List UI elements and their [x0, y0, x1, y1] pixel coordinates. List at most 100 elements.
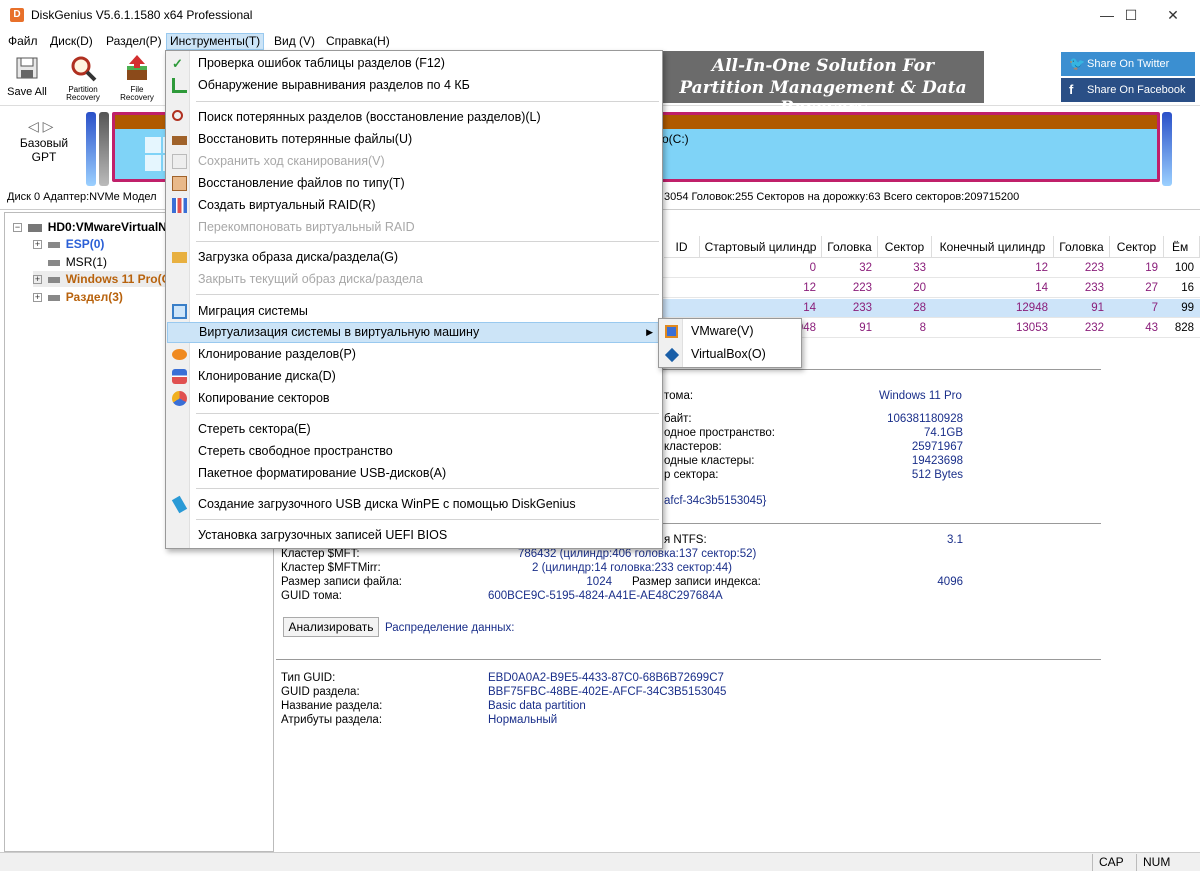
cell: 91	[1091, 302, 1104, 314]
partition-icon	[48, 294, 61, 301]
promo-banner[interactable]: All-In-One Solution For Partition Manage…	[662, 51, 984, 118]
cell: 19	[1145, 262, 1158, 274]
menu-tools[interactable]: Инструменты(T)	[166, 33, 265, 50]
menu-batch-format-usb[interactable]: Пакетное форматирование USB-дисков(A)	[167, 463, 662, 484]
share-twitter-button[interactable]: 🐦 Share On Twitter	[1061, 52, 1195, 76]
tree-item-esp[interactable]: + ESP(0)	[33, 236, 104, 252]
align-icon	[172, 78, 187, 93]
expand-icon[interactable]: +	[33, 240, 42, 250]
cell: 233	[1084, 282, 1104, 294]
col-end-head[interactable]: Головка	[1054, 236, 1110, 258]
twitter-icon: 🐦	[1069, 56, 1086, 71]
menu-system-migration[interactable]: Миграция системы	[167, 301, 662, 322]
menu-clone-disk[interactable]: Клонирование диска(D)	[167, 366, 662, 387]
menu-erase-free-space[interactable]: Стереть свободное пространство	[167, 441, 662, 462]
col-sector[interactable]: Сектор	[878, 236, 932, 258]
partition-msr-block[interactable]	[99, 112, 109, 186]
disk-nav-arrows-icon[interactable]: ◁ ▷	[28, 118, 53, 135]
partition-3-block[interactable]	[1162, 112, 1172, 186]
menu-load-disk-image[interactable]: Загрузка образа диска/раздела(G)	[167, 247, 662, 268]
ntfs-version-value: 3.1	[947, 534, 963, 546]
menu-label: Клонирование разделов(P)	[198, 347, 356, 361]
menu-detect-4k-alignment[interactable]: Обнаружение выравнивания разделов по 4 К…	[167, 75, 662, 96]
menu-copy-sectors[interactable]: Копирование секторов	[167, 388, 662, 409]
copy-sectors-icon	[172, 391, 187, 406]
partition-esp-block[interactable]	[86, 112, 96, 186]
menu-partition[interactable]: Раздел(P)	[103, 33, 165, 50]
cell: 43	[1145, 322, 1158, 334]
file-record-value: 1024	[586, 576, 612, 588]
menu-create-virtual-raid[interactable]: Создать виртуальный RAID(R)	[167, 195, 662, 216]
info-key: р сектора:	[664, 469, 719, 481]
menu-check-partition-table[interactable]: ✓ Проверка ошибок таблицы разделов (F12)	[167, 53, 662, 74]
cell: 828	[1174, 322, 1194, 334]
menu-label: Проверка ошибок таблицы разделов (F12)	[198, 56, 445, 70]
menu-clone-partition[interactable]: Клонирование разделов(P)	[167, 344, 662, 365]
menu-file[interactable]: Файл	[5, 33, 41, 50]
col-start-cyl[interactable]: Стартовый цилиндр	[700, 236, 822, 258]
menu-vmware[interactable]: VMware(V)	[660, 321, 800, 342]
type-guid-key: Тип GUID:	[281, 672, 336, 684]
tree-disk-root[interactable]: − HD0:VMwareVirtualN	[13, 219, 167, 235]
menu-create-winpe-usb[interactable]: Создание загрузочного USB диска WinPE с …	[167, 494, 662, 515]
save-all-label: Save All	[7, 86, 47, 98]
maximize-button[interactable]: ☐	[1108, 0, 1154, 31]
partition-recovery-button[interactable]: Partition Recovery	[58, 54, 108, 102]
file-type-icon	[172, 176, 187, 191]
menu-install-uefi-boot[interactable]: Установка загрузочных записей UEFI BIOS	[167, 525, 662, 546]
cell: 27	[1145, 282, 1158, 294]
col-end-cyl[interactable]: Конечный цилиндр	[932, 236, 1054, 258]
info-value: 106381180928	[887, 413, 963, 425]
menu-recover-by-type[interactable]: Восстановление файлов по типу(T)	[167, 173, 662, 194]
col-head[interactable]: Головка	[822, 236, 878, 258]
analyze-button[interactable]: Анализировать	[283, 617, 379, 637]
col-capacity[interactable]: Ём	[1164, 236, 1200, 258]
menu-separator	[196, 413, 659, 414]
file-recovery-button[interactable]: File Recovery	[113, 54, 161, 102]
menu-virtualbox[interactable]: VirtualBox(O)	[660, 344, 800, 365]
info-value: 19423698	[911, 455, 963, 467]
menu-erase-sectors[interactable]: Стереть сектора(E)	[167, 419, 662, 440]
tick-icon: ✓	[172, 56, 183, 71]
menu-label: Поиск потерянных разделов (восстановлени…	[198, 110, 541, 124]
tree-item-windows[interactable]: + Windows 11 Pro(C	[33, 271, 171, 287]
expand-icon[interactable]: +	[33, 275, 42, 285]
cell: 100	[1174, 262, 1194, 274]
cell: 232	[1084, 322, 1104, 334]
menu-view[interactable]: Вид (V)	[271, 33, 318, 50]
cell: 99	[1181, 302, 1194, 314]
col-id[interactable]: ID	[664, 236, 700, 258]
tree-item-label: Windows 11 Pro(C	[65, 272, 171, 286]
cell: 16	[1181, 282, 1194, 294]
tools-dropdown-menu: ✓ Проверка ошибок таблицы разделов (F12)…	[165, 50, 663, 549]
tree-item-msr[interactable]: MSR(1)	[33, 254, 107, 270]
menu-label: Загрузка образа диска/раздела(G)	[198, 250, 399, 264]
menu-search-lost-partitions[interactable]: Поиск потерянных разделов (восстановлени…	[167, 107, 662, 128]
ntfs-version-key: я NTFS:	[664, 534, 707, 546]
menu-label: Пакетное форматирование USB-дисков(A)	[198, 466, 447, 480]
caps-lock-indicator: CAP	[1092, 854, 1140, 871]
menu-recover-lost-files[interactable]: Восстановить потерянные файлы(U)	[167, 129, 662, 150]
tree-item-label: ESP(0)	[65, 237, 105, 251]
file-record-key: Размер записи файла:	[281, 576, 402, 588]
menu-save-scan-progress: Сохранить ход сканирования(V)	[167, 151, 662, 172]
menu-label: VMware(V)	[691, 324, 754, 338]
collapse-icon[interactable]: −	[13, 223, 22, 233]
col-end-sector[interactable]: Сектор	[1110, 236, 1164, 258]
menu-help[interactable]: Справка(H)	[323, 33, 393, 50]
raid-icon	[172, 198, 187, 213]
menu-label: Стереть свободное пространство	[198, 444, 393, 458]
close-button[interactable]: ✕	[1150, 0, 1196, 31]
menu-virtualize-system[interactable]: Виртуализация системы в виртуальную маши…	[167, 322, 662, 343]
tree-item-partition3[interactable]: + Раздел(3)	[33, 289, 123, 305]
menu-disk[interactable]: Диск(D)	[47, 33, 96, 50]
save-all-button[interactable]: Save All	[3, 54, 51, 98]
share-facebook-button[interactable]: f Share On Facebook	[1061, 78, 1195, 102]
index-record-value: 4096	[937, 576, 963, 588]
partition-guid-value: BBF75FBC-48BE-402E-AFCF-34C3B5153045	[488, 686, 727, 698]
expand-icon[interactable]: +	[33, 293, 42, 303]
menu-label: Клонирование диска(D)	[198, 369, 336, 383]
cell: 12	[803, 282, 816, 294]
virtualization-submenu: VMware(V) VirtualBox(O)	[658, 318, 802, 368]
cell: 8	[919, 322, 926, 334]
